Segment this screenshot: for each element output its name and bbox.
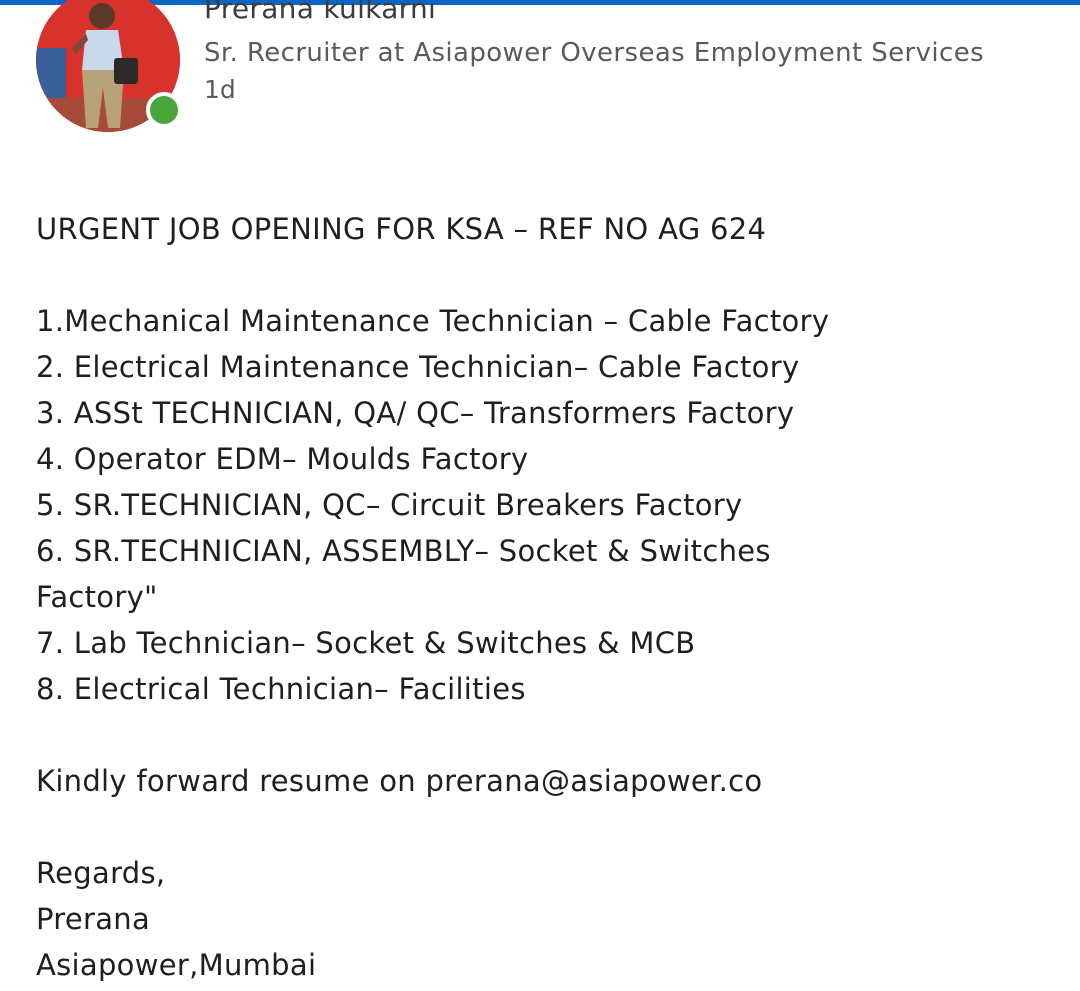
author-name[interactable]: Prerana kulkarni xyxy=(204,0,436,26)
call-to-action: Kindly forward resume on prerana@asiapow… xyxy=(36,764,763,798)
post-timestamp: 1d xyxy=(204,75,236,104)
author-headline: Sr. Recruiter at Asiapower Overseas Empl… xyxy=(204,38,985,68)
post-title: URGENT JOB OPENING FOR KSA – REF NO AG 6… xyxy=(36,212,767,246)
linkedin-post: Prerana kulkarni Sr. Recruiter at Asiapo… xyxy=(0,0,1080,991)
signoff-name: Prerana xyxy=(36,902,151,936)
job-item: 5. SR.TECHNICIAN, QC– Circuit Breakers F… xyxy=(36,488,743,522)
job-item: 4. Operator EDM– Moulds Factory xyxy=(36,442,529,476)
post-body: URGENT JOB OPENING FOR KSA – REF NO AG 6… xyxy=(36,206,1056,988)
job-item: 3. ASSt TECHNICIAN, QA/ QC– Transformers… xyxy=(36,396,795,430)
job-item: 6. SR.TECHNICIAN, ASSEMBLY– Socket & Swi… xyxy=(36,534,771,568)
online-status-indicator xyxy=(146,92,182,128)
job-item: 7. Lab Technician– Socket & Switches & M… xyxy=(36,626,696,660)
job-item: 1.Mechanical Maintenance Technician – Ca… xyxy=(36,304,830,338)
job-item: 8. Electrical Technician– Facilities xyxy=(36,672,526,706)
job-item: 2. Electrical Maintenance Technician– Ca… xyxy=(36,350,800,384)
signoff-company: Asiapower,Mumbai xyxy=(36,948,317,982)
signoff-greeting: Regards, xyxy=(36,856,166,890)
job-item-continuation: Factory" xyxy=(36,580,158,614)
author-avatar[interactable] xyxy=(36,0,182,132)
